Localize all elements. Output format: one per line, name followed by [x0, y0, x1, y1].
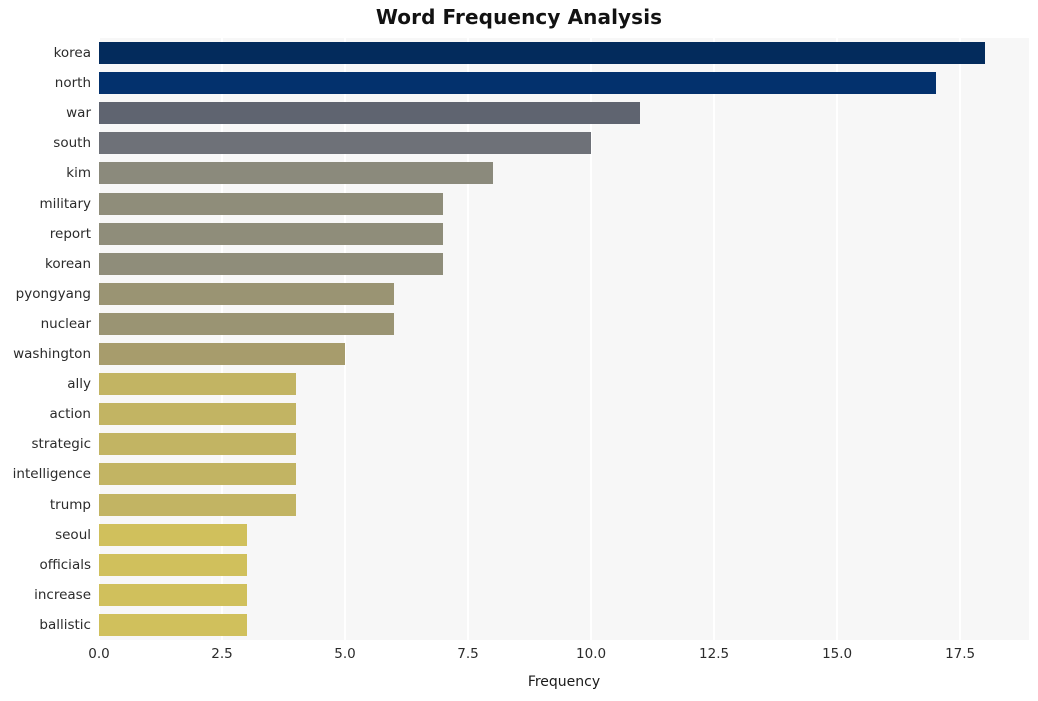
y-axis-tick-label: ballistic: [39, 616, 91, 633]
bar[interactable]: [99, 343, 346, 366]
y-axis-tick-label: strategic: [31, 436, 92, 453]
y-axis-tick-labels: korea north war south kim military report korea…: [0, 38, 91, 640]
bar-row[interactable]: [99, 373, 1029, 396]
bar-row[interactable]: [99, 132, 1029, 155]
bar[interactable]: [99, 222, 444, 245]
bar[interactable]: [99, 132, 592, 155]
bar-row[interactable]: [99, 102, 1029, 125]
bar[interactable]: [99, 192, 444, 215]
bar-row[interactable]: [99, 583, 1029, 606]
bar-row[interactable]: [99, 553, 1029, 576]
y-axis-tick-label: report: [49, 225, 91, 242]
bar[interactable]: [99, 493, 296, 516]
y-axis-tick-label: action: [49, 406, 91, 423]
y-axis-tick-label: increase: [34, 586, 91, 603]
bar[interactable]: [99, 403, 296, 426]
y-axis-tick-label: officials: [39, 556, 91, 573]
bar-row[interactable]: [99, 403, 1029, 426]
y-axis-tick-label: ally: [67, 376, 91, 393]
y-axis-tick-label: korean: [45, 255, 91, 272]
bar-row[interactable]: [99, 463, 1029, 486]
y-axis-tick-label: nuclear: [40, 315, 91, 332]
bar[interactable]: [99, 373, 296, 396]
x-axis-tick-label: 17.5: [945, 646, 976, 662]
bar[interactable]: [99, 433, 296, 456]
bar[interactable]: [99, 42, 985, 65]
bar[interactable]: [99, 72, 936, 95]
bar[interactable]: [99, 252, 444, 275]
y-axis-tick-label: south: [53, 135, 91, 152]
bar[interactable]: [99, 613, 247, 636]
y-axis-tick-label: pyongyang: [15, 285, 91, 302]
plot-area: [99, 38, 1029, 640]
x-axis-tick-label: 2.5: [211, 646, 233, 662]
bar-row[interactable]: [99, 42, 1029, 65]
x-axis-tick-label: 12.5: [699, 646, 730, 662]
bar-series: [99, 38, 1029, 640]
bar-row[interactable]: [99, 282, 1029, 305]
bar-row[interactable]: [99, 493, 1029, 516]
y-axis-tick-label: washington: [13, 346, 91, 363]
bar[interactable]: [99, 312, 395, 335]
y-axis-tick-label: trump: [49, 496, 91, 513]
bar-row[interactable]: [99, 252, 1029, 275]
bar-row[interactable]: [99, 312, 1029, 335]
bar-row[interactable]: [99, 192, 1029, 215]
bar-row[interactable]: [99, 343, 1029, 366]
y-axis-tick-label: war: [66, 105, 91, 122]
bar-row[interactable]: [99, 72, 1029, 95]
y-axis-tick-label: intelligence: [12, 466, 91, 483]
bar[interactable]: [99, 553, 247, 576]
bar-row[interactable]: [99, 613, 1029, 636]
bar[interactable]: [99, 282, 395, 305]
bar[interactable]: [99, 162, 493, 185]
y-axis-tick-label: kim: [66, 165, 91, 182]
word-frequency-chart-figure: Word Frequency Analysis korea north war sou…: [0, 0, 1038, 701]
y-axis-tick-label: military: [39, 195, 91, 212]
x-axis-tick-label: 0.0: [88, 646, 110, 662]
x-axis-tick-labels: 0.0 2.5 5.0 7.5 10.0 12.5 15.0 17.5: [0, 646, 1038, 668]
x-axis-tick-label: 10.0: [576, 646, 607, 662]
bar[interactable]: [99, 523, 247, 546]
chart-title: Word Frequency Analysis: [375, 5, 663, 29]
bar-row[interactable]: [99, 433, 1029, 456]
bar[interactable]: [99, 463, 296, 486]
y-axis-tick-label: korea: [53, 45, 91, 62]
x-axis-tick-label: 15.0: [822, 646, 853, 662]
bar-row[interactable]: [99, 162, 1029, 185]
bar[interactable]: [99, 102, 641, 125]
x-axis-label: Frequency: [527, 674, 601, 690]
bar-row[interactable]: [99, 222, 1029, 245]
x-axis-tick-label: 7.5: [457, 646, 479, 662]
bar-row[interactable]: [99, 523, 1029, 546]
y-axis-tick-label: north: [54, 75, 91, 92]
bar[interactable]: [99, 583, 247, 606]
x-axis-tick-label: 5.0: [334, 646, 356, 662]
y-axis-tick-label: seoul: [55, 526, 91, 543]
